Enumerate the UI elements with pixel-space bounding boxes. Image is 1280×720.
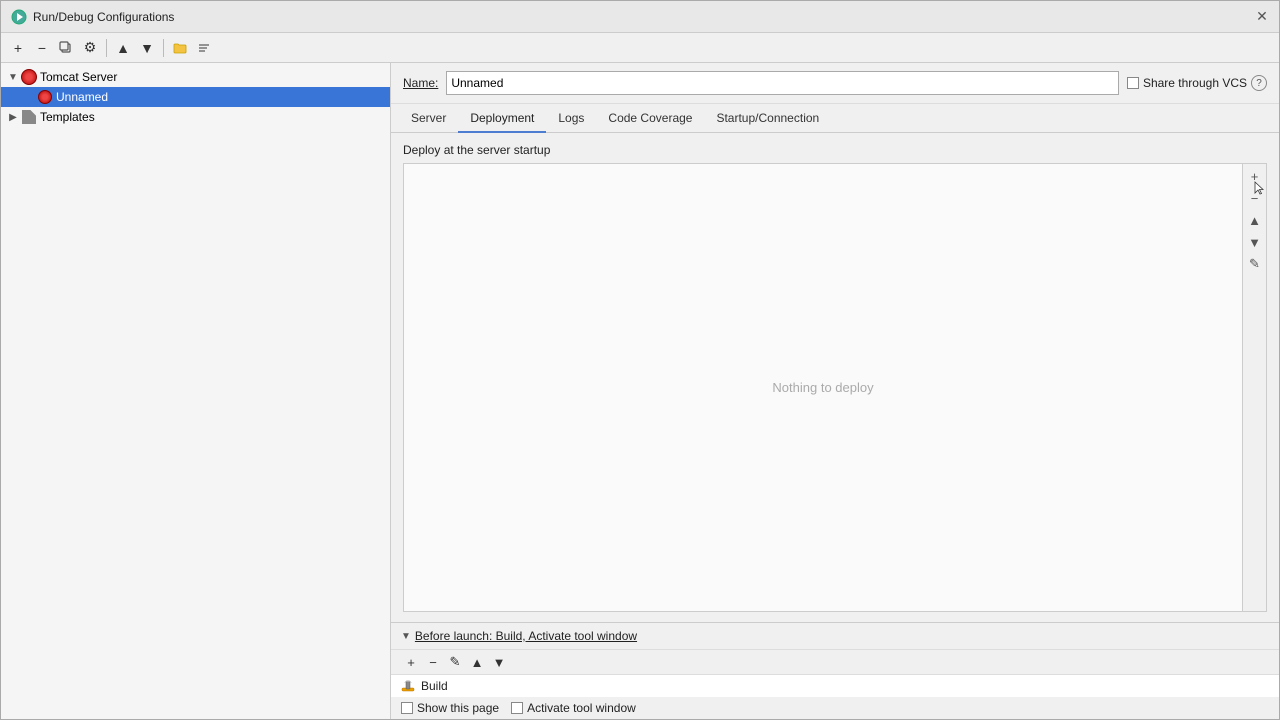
bl-edit-button[interactable]: ✎	[445, 652, 465, 672]
remove-config-button[interactable]: −	[31, 37, 53, 59]
tabs-row: Server Deployment Logs Code Coverage Sta…	[391, 104, 1279, 133]
show-page-row: Show this page Activate tool window	[391, 697, 1279, 719]
before-launch-header[interactable]: ▼ Before launch: Build, Activate tool wi…	[391, 623, 1279, 649]
bl-add-button[interactable]: +	[401, 652, 421, 672]
tree-group-templates[interactable]: ▶ Templates	[1, 107, 390, 127]
tab-server[interactable]: Server	[399, 105, 458, 133]
separator-1	[106, 39, 107, 57]
hammer-icon	[401, 679, 415, 693]
run-debug-dialog: Run/Debug Configurations ✕ + − ⚙ ▲ ▼	[0, 0, 1280, 720]
deploy-move-up-button[interactable]: ▲	[1245, 210, 1265, 230]
deploy-area-wrapper: Nothing to deploy + − ▲ ▼	[403, 163, 1267, 612]
tomcat-group-label: Tomcat Server	[40, 70, 117, 84]
sidebar: ▼ Tomcat Server Unnamed ▶ Templates	[1, 63, 391, 719]
templates-label: Templates	[40, 110, 95, 124]
templates-icon	[21, 109, 37, 125]
tree-group-tomcat[interactable]: ▼ Tomcat Server	[1, 67, 390, 87]
activate-window-label: Activate tool window	[527, 701, 636, 715]
deploy-move-down-button[interactable]: ▼	[1245, 232, 1265, 252]
show-page-checkbox[interactable]	[401, 702, 413, 714]
dialog-title: Run/Debug Configurations	[33, 10, 174, 24]
right-panel: Name: Share through VCS ? Server Deploym…	[391, 63, 1279, 719]
build-row: Build	[391, 674, 1279, 697]
title-bar-left: Run/Debug Configurations	[11, 9, 174, 25]
toggle-templates[interactable]: ▶	[5, 109, 21, 125]
separator-2	[163, 39, 164, 57]
deploy-sidebar: + − ▲ ▼ ✎	[1242, 164, 1266, 611]
tomcat-group-icon	[21, 69, 37, 85]
vcs-row: Share through VCS ?	[1127, 75, 1267, 91]
vcs-label: Share through VCS	[1143, 76, 1247, 90]
toggle-tomcat[interactable]: ▼	[5, 69, 21, 85]
deploy-add-button[interactable]: +	[1245, 166, 1265, 186]
title-bar: Run/Debug Configurations ✕	[1, 1, 1279, 33]
name-label: Name:	[403, 76, 438, 90]
main-content: ▼ Tomcat Server Unnamed ▶ Templates	[1, 63, 1279, 719]
deploy-panel: Deploy at the server startup Nothing to …	[391, 133, 1279, 622]
deploy-area: Nothing to deploy	[404, 164, 1242, 611]
settings-button[interactable]: ⚙	[79, 37, 101, 59]
copy-config-button[interactable]	[55, 37, 77, 59]
close-button[interactable]: ✕	[1255, 10, 1269, 24]
before-launch-toolbar: + − ✎ ▲ ▼	[391, 649, 1279, 674]
move-up-button[interactable]: ▲	[112, 37, 134, 59]
sort-button[interactable]	[193, 37, 215, 59]
deploy-remove-button[interactable]: −	[1245, 188, 1265, 208]
collapse-icon: ▼	[401, 631, 411, 642]
show-page-label: Show this page	[417, 701, 499, 715]
add-config-button[interactable]: +	[7, 37, 29, 59]
tab-deployment[interactable]: Deployment	[458, 105, 546, 133]
folder-button[interactable]	[169, 37, 191, 59]
help-icon[interactable]: ?	[1251, 75, 1267, 91]
before-launch-label: Before launch: Build, Activate tool wind…	[415, 629, 637, 643]
tree-item-unnamed[interactable]: Unnamed	[1, 87, 390, 107]
before-launch-section: ▼ Before launch: Build, Activate tool wi…	[391, 622, 1279, 719]
bl-remove-button[interactable]: −	[423, 652, 443, 672]
bl-move-down-button[interactable]: ▼	[489, 652, 509, 672]
tab-startup-connection[interactable]: Startup/Connection	[704, 105, 831, 133]
dialog-icon	[11, 9, 27, 25]
tab-code-coverage[interactable]: Code Coverage	[596, 105, 704, 133]
build-label: Build	[421, 679, 448, 693]
vcs-checkbox[interactable]	[1127, 77, 1139, 89]
tab-logs[interactable]: Logs	[546, 105, 596, 133]
activate-window-checkbox[interactable]	[511, 702, 523, 714]
unnamed-label: Unnamed	[56, 90, 108, 104]
bl-move-up-button[interactable]: ▲	[467, 652, 487, 672]
name-input[interactable]	[446, 71, 1119, 95]
unnamed-icon	[37, 89, 53, 105]
deploy-edit-button[interactable]: ✎	[1245, 254, 1265, 274]
deploy-empty-text: Nothing to deploy	[772, 380, 873, 395]
move-down-button[interactable]: ▼	[136, 37, 158, 59]
deploy-header: Deploy at the server startup	[403, 143, 1267, 157]
name-row: Name: Share through VCS ?	[391, 63, 1279, 104]
toolbar: + − ⚙ ▲ ▼	[1, 33, 1279, 63]
